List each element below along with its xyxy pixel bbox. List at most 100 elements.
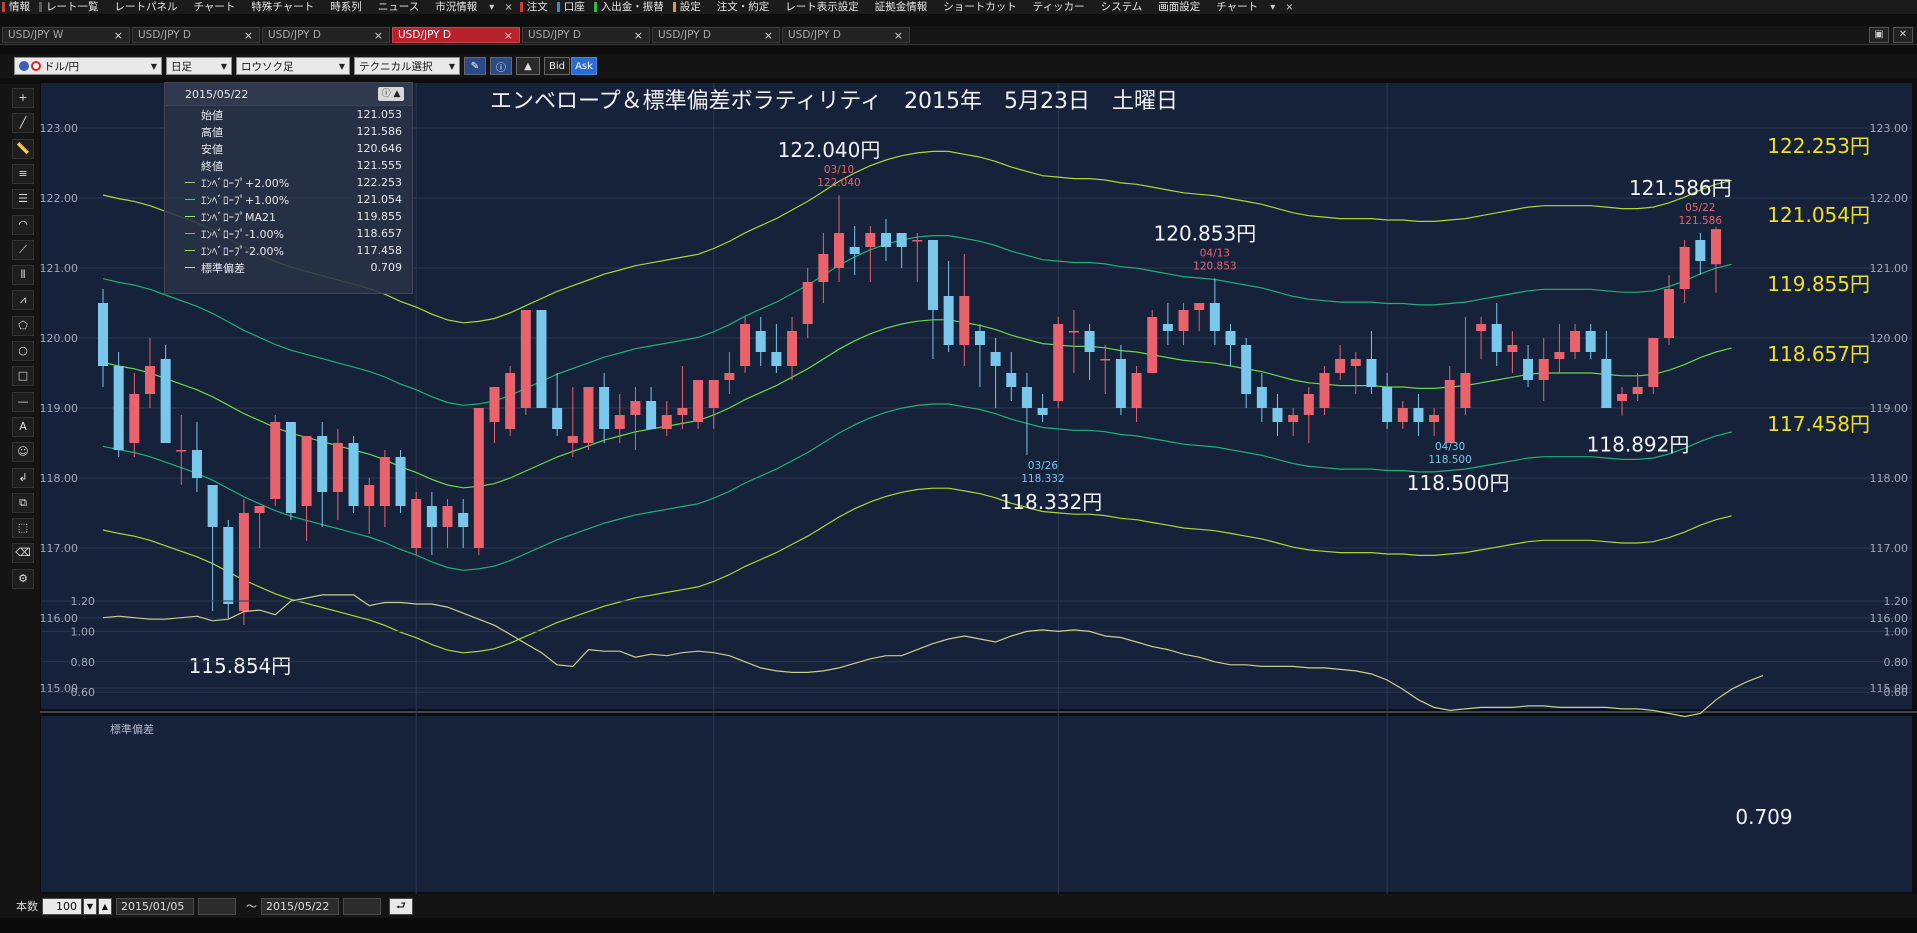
refresh-icon[interactable]: ⮐	[389, 897, 413, 915]
menu-item[interactable]: 注文	[518, 0, 555, 14]
chart-kind-select[interactable]: ロウソク足 ▼	[236, 57, 350, 75]
menu-item[interactable]: 市況情報	[426, 0, 484, 14]
candle-body	[1225, 331, 1236, 345]
menu-item[interactable]: ショートカット	[934, 0, 1024, 14]
candle-body	[1366, 359, 1377, 387]
bid-button[interactable]: Bid	[544, 57, 570, 75]
eraser-icon[interactable]: ⌫	[12, 543, 34, 564]
pencil-icon[interactable]: ✎	[464, 57, 486, 75]
chart-tab[interactable]: USD/JPY D ×	[262, 27, 390, 43]
candle-body	[98, 303, 108, 366]
candle-body	[442, 506, 453, 527]
emoji-icon[interactable]: ☺	[12, 442, 34, 463]
fan-icon[interactable]: ⟋	[12, 239, 34, 260]
chevron-down-icon[interactable]: ▾	[1265, 2, 1280, 13]
technical-select[interactable]: テクニカル選択 ▼	[354, 57, 460, 75]
point-date-label: 04/30	[1435, 441, 1465, 453]
std-last-value-label: 0.709	[1735, 805, 1792, 829]
info-row-label-wrap: 始値	[185, 107, 223, 123]
info-row-value: 120.646	[356, 142, 403, 155]
y-tick-label: 0.60	[71, 686, 96, 699]
y-tick-label: 118.00	[40, 472, 78, 485]
chart-tab[interactable]: USD/JPY D ×	[392, 27, 520, 43]
menu-item[interactable]: レート表示設定	[776, 0, 866, 14]
menu-item[interactable]: ニュース	[369, 0, 426, 14]
chevron-down-icon[interactable]: ▾	[484, 2, 499, 13]
settings-icon[interactable]: ⚙	[12, 568, 34, 589]
divider-icon[interactable]: —	[12, 391, 34, 412]
close-tab-icon[interactable]: ×	[634, 29, 643, 42]
hline-icon[interactable]: ≡	[12, 163, 34, 184]
menu-item[interactable]: 時系列	[321, 0, 369, 14]
crosshair-icon[interactable]: +	[12, 88, 34, 108]
close-window-icon[interactable]: ✕	[1893, 27, 1913, 43]
y-tick-label: 121.00	[40, 262, 78, 275]
chart-tab[interactable]: USD/JPY D ×	[782, 27, 910, 43]
candle-body	[1460, 373, 1471, 408]
bottom-border	[0, 918, 1917, 933]
close-tab-icon[interactable]: ×	[114, 29, 123, 42]
menu-item[interactable]: システム	[1092, 0, 1150, 14]
circle-icon[interactable]: ○	[12, 341, 34, 361]
menu-item[interactable]: レート一覧	[37, 0, 106, 14]
menu-item[interactable]: チャート	[185, 0, 243, 14]
candle-body	[599, 387, 610, 429]
copy-icon[interactable]: ⧉	[12, 492, 34, 513]
close-tab-icon[interactable]: ×	[244, 29, 253, 42]
start-time-input[interactable]	[198, 897, 236, 915]
channel-icon[interactable]: ☰	[12, 189, 34, 210]
close-tab-icon[interactable]: ×	[374, 29, 383, 42]
menu-item[interactable]: 口座	[555, 0, 592, 14]
maximize-icon[interactable]: ▣	[1869, 27, 1889, 43]
menu-item[interactable]: 入出金・振替	[592, 0, 671, 14]
bars-count-input[interactable]: 100	[42, 897, 82, 915]
ruler-icon[interactable]: 📏	[12, 138, 34, 159]
y-tick-label-right: 117.00	[1870, 542, 1909, 555]
menu-item[interactable]: 注文・約定	[708, 0, 777, 14]
candle-body	[1585, 331, 1596, 352]
y-tick-label: 120.00	[40, 332, 78, 345]
start-date-input[interactable]: 2015/01/05	[116, 897, 194, 915]
menu-item[interactable]: 証拠金情報	[866, 0, 935, 14]
candle-body	[1632, 387, 1643, 394]
menu-item[interactable]: チャート	[1207, 0, 1265, 14]
period-select[interactable]: 日足 ▼	[166, 57, 232, 75]
menu-item[interactable]: レートパネル	[106, 0, 185, 14]
candle-body	[1335, 359, 1346, 373]
close-icon[interactable]: ×	[1280, 2, 1298, 13]
arc-icon[interactable]: ◠	[12, 214, 34, 235]
close-tab-icon[interactable]: ×	[894, 29, 903, 42]
area-chart-icon[interactable]: ▲	[516, 57, 540, 75]
menu-item[interactable]: 設定	[671, 0, 708, 14]
chart-tab[interactable]: USD/JPY D ×	[522, 27, 650, 43]
menu-item[interactable]: 情報	[0, 0, 37, 14]
rectangle-icon[interactable]: □	[12, 366, 34, 387]
y-tick-label-right: 119.00	[1870, 402, 1909, 415]
info-toggle-icon[interactable]: ⓘ ▲	[378, 87, 404, 101]
menu-item[interactable]: ティッカー	[1024, 0, 1092, 14]
increment-icon[interactable]: ▲	[98, 897, 112, 915]
pin-icon[interactable]: ↲	[12, 467, 34, 488]
page-icon[interactable]: ⬚	[12, 518, 34, 539]
decrement-icon[interactable]: ▼	[83, 897, 97, 915]
trendline-icon[interactable]: ╱	[12, 113, 34, 134]
close-tab-icon[interactable]: ×	[764, 29, 773, 42]
close-icon[interactable]: ×	[499, 2, 517, 13]
chart-tab[interactable]: USD/JPY D ×	[652, 27, 780, 43]
pitchfork-icon[interactable]: ⩘	[12, 290, 34, 311]
menu-item-label: 特殊チャート	[251, 1, 315, 13]
chart-tab[interactable]: USD/JPY D ×	[132, 27, 260, 43]
chart-tab[interactable]: USD/JPY W ×	[2, 27, 130, 43]
text-icon[interactable]: A	[12, 416, 34, 437]
candle-body	[458, 513, 469, 527]
close-tab-icon[interactable]: ×	[504, 29, 513, 42]
info-icon[interactable]: ⓘ	[490, 57, 512, 75]
symbol-select[interactable]: ドル/円 ▼	[14, 57, 162, 75]
menu-item[interactable]: 特殊チャート	[242, 0, 321, 14]
menu-item[interactable]: 画面設定	[1149, 0, 1207, 14]
ask-button[interactable]: Ask	[571, 57, 597, 75]
end-time-input[interactable]	[343, 897, 381, 915]
grid-lines-icon[interactable]: ⦀	[12, 265, 34, 286]
end-date-input[interactable]: 2015/05/22	[261, 897, 339, 915]
polygon-icon[interactable]: ⬠	[12, 315, 34, 336]
